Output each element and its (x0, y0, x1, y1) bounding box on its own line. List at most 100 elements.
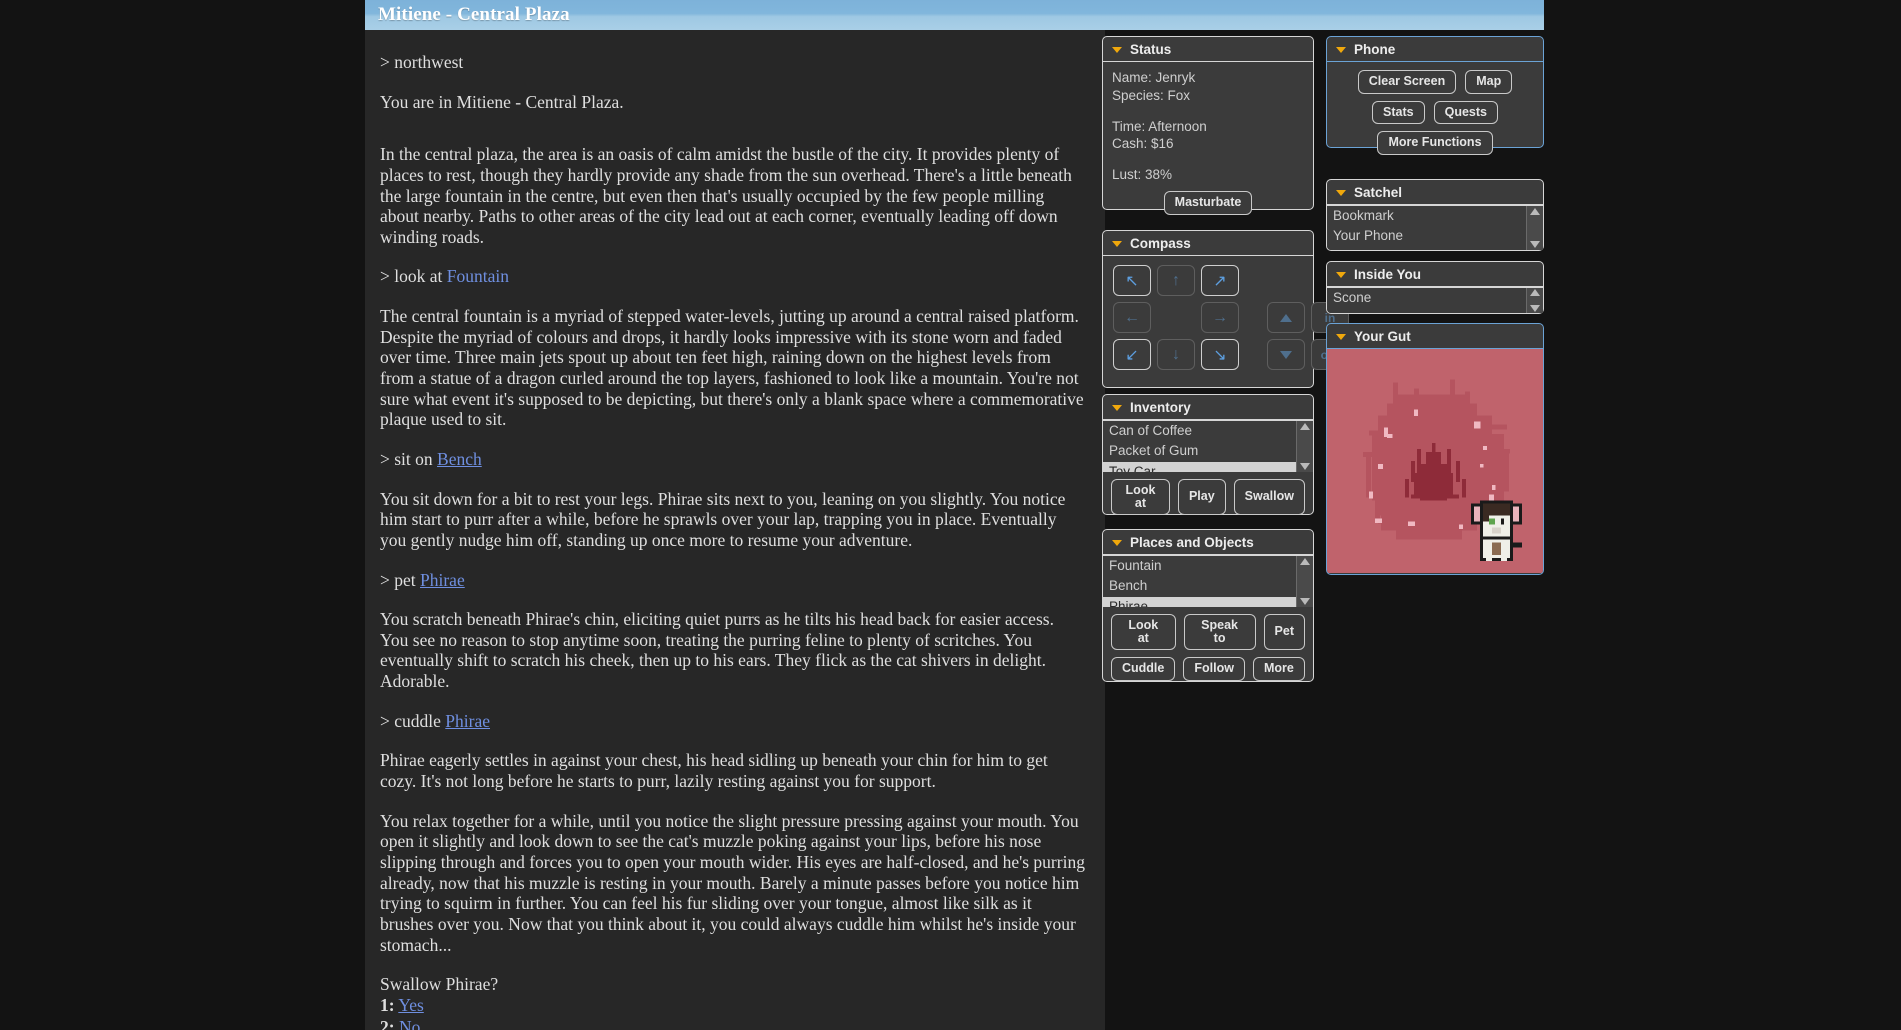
status-panel-header[interactable]: Status (1103, 37, 1313, 62)
prompt-option: 2: No (380, 1017, 1085, 1030)
story-paragraph: You relax together for a while, until yo… (380, 810, 1085, 955)
places-panel-header[interactable]: Places and Objects (1103, 530, 1313, 555)
stats-button[interactable]: Stats (1372, 100, 1425, 124)
compass-southeast-button[interactable]: ↘ (1201, 339, 1239, 370)
scroll-up-icon[interactable] (1300, 558, 1310, 565)
inside-you-panel-header[interactable]: Inside You (1327, 262, 1543, 287)
story-paragraph: You are in Mitiene - Central Plaza. (380, 91, 624, 112)
scroll-down-icon[interactable] (1530, 305, 1540, 312)
cuddle-button[interactable]: Cuddle (1111, 657, 1176, 681)
command-prefix: > northwest (380, 52, 464, 72)
phone-actions-row3: More Functions (1336, 131, 1534, 155)
speak-to-button[interactable]: Speak to (1183, 614, 1256, 650)
phone-actions-row2: Stats Quests (1336, 100, 1534, 124)
story-paragraph: You scratch beneath Phirae's chin, elici… (380, 609, 1054, 692)
scroll-up-icon[interactable] (1530, 208, 1540, 215)
list-item[interactable]: Fountain (1103, 556, 1296, 576)
triangle-down-icon (1280, 350, 1292, 359)
status-readouts: Name: Jenryk Species: Fox Time: Afternoo… (1112, 69, 1304, 184)
your-gut-panel-header[interactable]: Your Gut (1327, 324, 1543, 349)
list-item[interactable]: Phirae (1103, 596, 1296, 607)
scroll-down-icon[interactable] (1530, 241, 1540, 248)
story-link-phirae[interactable]: Phirae (420, 570, 465, 590)
inside-you-panel: Inside You Scone (1326, 261, 1544, 314)
story-transcript: > northwest You are in Mitiene - Central … (365, 30, 1105, 1030)
compass-center-spacer (1157, 302, 1195, 333)
quests-button[interactable]: Quests (1433, 100, 1498, 124)
inside-you-list[interactable]: Scone (1327, 287, 1543, 313)
list-item[interactable]: Bench (1103, 576, 1296, 596)
list-item[interactable]: Can of Coffee (1103, 421, 1296, 441)
pet-button[interactable]: Pet (1263, 614, 1305, 650)
inside-you-scrollbar[interactable] (1526, 288, 1543, 313)
window-titlebar: Mitiene - Central Plaza (365, 0, 1544, 30)
scroll-down-icon[interactable] (1300, 598, 1310, 605)
phone-panel-header[interactable]: Phone (1327, 37, 1543, 62)
story-paragraph: Phirae eagerly settles in against your c… (380, 750, 1048, 792)
chevron-down-icon[interactable] (1112, 241, 1122, 247)
list-item[interactable]: Scone (1327, 288, 1526, 308)
inventory-panel-header[interactable]: Inventory (1103, 395, 1313, 420)
compass-northwest-button[interactable]: ↖ (1113, 265, 1151, 296)
places-list[interactable]: Fountain Bench Phirae (1103, 555, 1313, 607)
play-button[interactable]: Play (1177, 479, 1226, 515)
phone-actions-row1: Clear Screen Map (1336, 70, 1534, 94)
places-actions-row1: Look at Speak to Pet (1103, 614, 1313, 650)
compass-northeast-button[interactable]: ↗ (1201, 265, 1239, 296)
compass-south-button: ↓ (1157, 339, 1195, 370)
command-prefix: > sit on (380, 448, 438, 469)
inventory-scrollbar[interactable] (1296, 421, 1313, 472)
compass-panel-header[interactable]: Compass (1103, 231, 1313, 256)
list-item[interactable]: Toy Car (1103, 461, 1296, 472)
prompt-option-number: 1: (380, 995, 395, 1016)
status-panel: Status Name: Jenryk Species: Fox Time: A… (1102, 36, 1314, 215)
map-button[interactable]: Map (1465, 70, 1513, 94)
chevron-down-icon[interactable] (1336, 47, 1346, 53)
chevron-down-icon[interactable] (1112, 540, 1122, 546)
satchel-panel: Satchel Bookmark Your Phone (1326, 179, 1544, 251)
places-scrollbar[interactable] (1296, 556, 1313, 607)
satchel-scrollbar[interactable] (1526, 206, 1543, 250)
clear-screen-button[interactable]: Clear Screen (1357, 70, 1457, 94)
chevron-down-icon[interactable] (1112, 405, 1122, 411)
chevron-down-icon[interactable] (1336, 334, 1346, 340)
prompt-option-yes[interactable]: Yes (398, 995, 423, 1015)
compass-panel: Compass ↖↑↗←→↙↓↘ inout (1102, 230, 1349, 388)
places-actions-row2: Cuddle Follow More (1103, 657, 1313, 681)
list-item[interactable]: Your Phone (1327, 226, 1526, 246)
scroll-up-icon[interactable] (1300, 423, 1310, 430)
compass-southwest-button[interactable]: ↙ (1113, 339, 1151, 370)
story-link-bench[interactable]: Bench (437, 449, 482, 469)
inside-you-items: Scone (1327, 288, 1526, 313)
phone-panel: Phone Clear Screen Map Stats Quests More F… (1326, 36, 1544, 155)
list-item[interactable]: Packet of Gum (1103, 441, 1296, 461)
satchel-panel-header[interactable]: Satchel (1327, 180, 1543, 205)
scroll-up-icon[interactable] (1530, 289, 1540, 296)
more-functions-button[interactable]: More Functions (1377, 131, 1493, 155)
status-panel-body: Name: Jenryk Species: Fox Time: Afternoo… (1103, 62, 1313, 224)
prompt-option-no[interactable]: No (399, 1017, 420, 1030)
compass-panel-title: Compass (1130, 235, 1191, 251)
status-time: Time: Afternoon (1112, 118, 1207, 134)
chevron-down-icon[interactable] (1336, 272, 1346, 278)
inventory-items: Can of Coffee Packet of Gum Toy Car (1103, 421, 1296, 472)
status-name: Name: Jenryk (1112, 70, 1196, 85)
list-item[interactable]: Bookmark (1327, 206, 1526, 226)
chevron-down-icon[interactable] (1336, 190, 1346, 196)
story-link-fountain[interactable]: Fountain (447, 266, 509, 286)
masturbate-button[interactable]: Masturbate (1163, 191, 1253, 215)
inventory-list[interactable]: Can of Coffee Packet of Gum Toy Car (1103, 420, 1313, 472)
prompt-block: Swallow Phirae? 1: Yes 2: No (380, 974, 1085, 1030)
swallow-button[interactable]: Swallow (1233, 479, 1305, 515)
follow-button[interactable]: Follow (1183, 657, 1245, 681)
story-link-phirae[interactable]: Phirae (445, 711, 490, 731)
inventory-panel-title: Inventory (1130, 399, 1191, 415)
triangle-up-icon (1280, 313, 1292, 322)
look-at-button[interactable]: Look at (1111, 614, 1176, 650)
prompt-option-number: 2: (380, 1016, 395, 1030)
look-at-button[interactable]: Look at (1111, 479, 1170, 515)
satchel-list[interactable]: Bookmark Your Phone (1327, 205, 1543, 250)
more-button[interactable]: More (1252, 657, 1305, 681)
chevron-down-icon[interactable] (1112, 47, 1122, 53)
scroll-down-icon[interactable] (1300, 463, 1310, 470)
